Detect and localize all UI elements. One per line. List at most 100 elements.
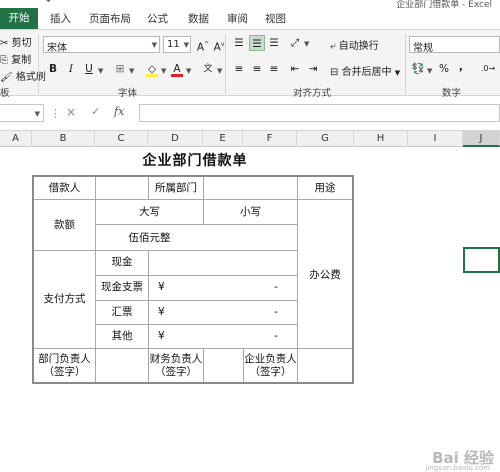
wrap-text-button[interactable]: ⤶ 自动换行 [330,37,379,52]
align-left-icon[interactable]: ≡ [231,61,247,77]
chevron-down-icon[interactable]: ▼ [161,67,166,75]
undo-icon[interactable]: ↶ [46,0,54,7]
align-right-icon[interactable]: ≡ [266,61,282,77]
active-cell[interactable] [463,247,500,273]
fill-color-icon[interactable]: ◇ [144,61,160,77]
insert-function-icon[interactable]: fx [114,105,124,118]
chevron-down-icon[interactable]: ▼ [427,67,432,75]
chevron-down-icon[interactable]: ▼ [186,67,191,75]
enter-icon[interactable]: ✓ [91,105,100,118]
tab-data[interactable]: 数据 [188,11,209,26]
copy-button[interactable]: ⎘ 复制 [0,51,31,66]
col-line [203,348,204,382]
other-label: 其他 [111,330,133,342]
purpose-value: 办公费 [309,269,341,281]
yen-symbol: ¥ [158,306,165,318]
phonetic-icon[interactable]: 文 [200,61,216,77]
number-format-select[interactable]: 常规 [409,36,500,54]
column-header-g[interactable]: G [297,131,354,147]
row-line [96,300,297,301]
percent-button[interactable]: % [436,61,452,77]
formula-input[interactable] [139,104,500,122]
copy-label: 复制 [11,55,32,66]
uppercase-label: 大写 [139,206,160,218]
ribbon-tabs: 开始 插入 页面布局 公式 数据 审阅 视图 [0,8,500,29]
ribbon: ✂ 剪切 ⎘ 复制 🖌 格式刷 板 宋体 ▼ 11 ▼ A^ Av B I U … [0,29,500,99]
decrease-indent-icon[interactable]: ⇤ [287,61,303,77]
merge-center-button[interactable]: ⊟ 合并后居中 ▼ [330,63,400,78]
cash-check-label: 现金支票 [101,281,143,293]
column-header: A B C D E F G H I J [0,130,500,147]
chevron-down-icon[interactable]: ▼ [129,67,134,75]
chevron-down-icon: ▼ [183,41,189,49]
column-header-i[interactable]: I [408,131,463,147]
column-header-e[interactable]: E [203,131,243,147]
border-icon[interactable]: ⊞ [112,61,128,77]
align-center-icon[interactable]: ≡ [249,61,265,77]
chevron-down-icon: ▼ [151,41,157,49]
italic-button[interactable]: I [63,61,79,77]
yen-symbol: ¥ [158,330,165,342]
cancel-icon[interactable]: × [66,105,76,119]
separator [405,34,406,94]
lowercase-label: 小写 [240,206,261,218]
payment-method-label: 支付方式 [43,293,86,305]
column-header-c[interactable]: C [95,131,148,147]
font-name-value: 宋体 [47,43,67,54]
increase-font-icon[interactable]: A^ [195,37,211,54]
number-format-value: 常规 [413,43,433,54]
cut-button[interactable]: ✂ 剪切 [0,34,32,49]
font-size-select[interactable]: 11 ▼ [163,36,191,53]
currency-icon[interactable]: 💱 [410,61,426,77]
align-middle-icon[interactable]: ☰ [249,35,265,51]
chevron-down-icon: ▼ [34,110,40,118]
column-header-d[interactable]: D [148,131,203,147]
comma-button[interactable]: , [453,59,469,75]
chevron-down-icon[interactable]: ▼ [98,67,103,75]
chevron-down-icon[interactable]: ▼ [304,40,309,48]
font-name-select[interactable]: 宋体 ▼ [43,36,160,54]
orientation-icon[interactable]: ⤢ [287,35,303,51]
tab-home[interactable]: 开始 [0,8,38,29]
number-group-label: 数字 [442,88,462,99]
loan-form-table: 借款人 所属部门 用途 款额 大写 小写 伍佰元整 支付方式 现金 现金支票 汇… [32,175,354,384]
column-header-b[interactable]: B [32,131,95,147]
format-painter-label: 格式刷 [15,72,46,83]
tab-review[interactable]: 审阅 [227,11,248,26]
yen-symbol: ¥ [158,281,165,293]
column-header-j[interactable]: J [463,131,500,147]
name-box[interactable]: ▼ [0,104,44,122]
column-header-h[interactable]: H [354,131,408,147]
font-group-label: 字体 [118,88,138,99]
clipboard-group-label: 板 [0,88,10,99]
underline-button[interactable]: U [81,61,97,77]
formula-bar-grip-icon: ⋮ [50,107,61,120]
row-line [34,250,297,251]
form-title: 企业部门借款单 [142,153,248,169]
tab-formulas[interactable]: 公式 [147,11,168,26]
department-label: 所属部门 [155,182,197,194]
font-color-icon[interactable]: A [169,61,185,77]
borrower-label: 借款人 [48,182,81,194]
column-header-a[interactable]: A [0,131,32,147]
tab-page-layout[interactable]: 页面布局 [89,11,131,26]
increase-decimal-icon[interactable]: .0→ [480,61,496,77]
dept-head-label: 部门负责人 [38,353,91,365]
company-head-label: 企业负责人 [244,353,297,365]
merge-center-label: 合并后居中 [341,67,392,78]
finance-head-label: 财务负责人 [149,353,203,365]
tab-view[interactable]: 视图 [265,11,286,26]
alignment-group-label: 对齐方式 [293,88,332,99]
separator [225,34,226,94]
tab-insert[interactable]: 插入 [50,11,71,26]
purpose-label: 用途 [314,182,336,194]
align-top-icon[interactable]: ☰ [231,35,247,51]
chevron-down-icon[interactable]: ▼ [217,67,222,75]
title-bar: ↶ 企业部门借款单 - Excel [0,0,500,10]
increase-indent-icon[interactable]: ⇥ [305,61,321,77]
bold-button[interactable]: B [45,61,61,77]
align-bottom-icon[interactable]: ☰ [266,35,282,51]
signature-note: （签字） [249,366,292,378]
font-size-value: 11 [167,39,180,50]
column-header-f[interactable]: F [243,131,297,147]
